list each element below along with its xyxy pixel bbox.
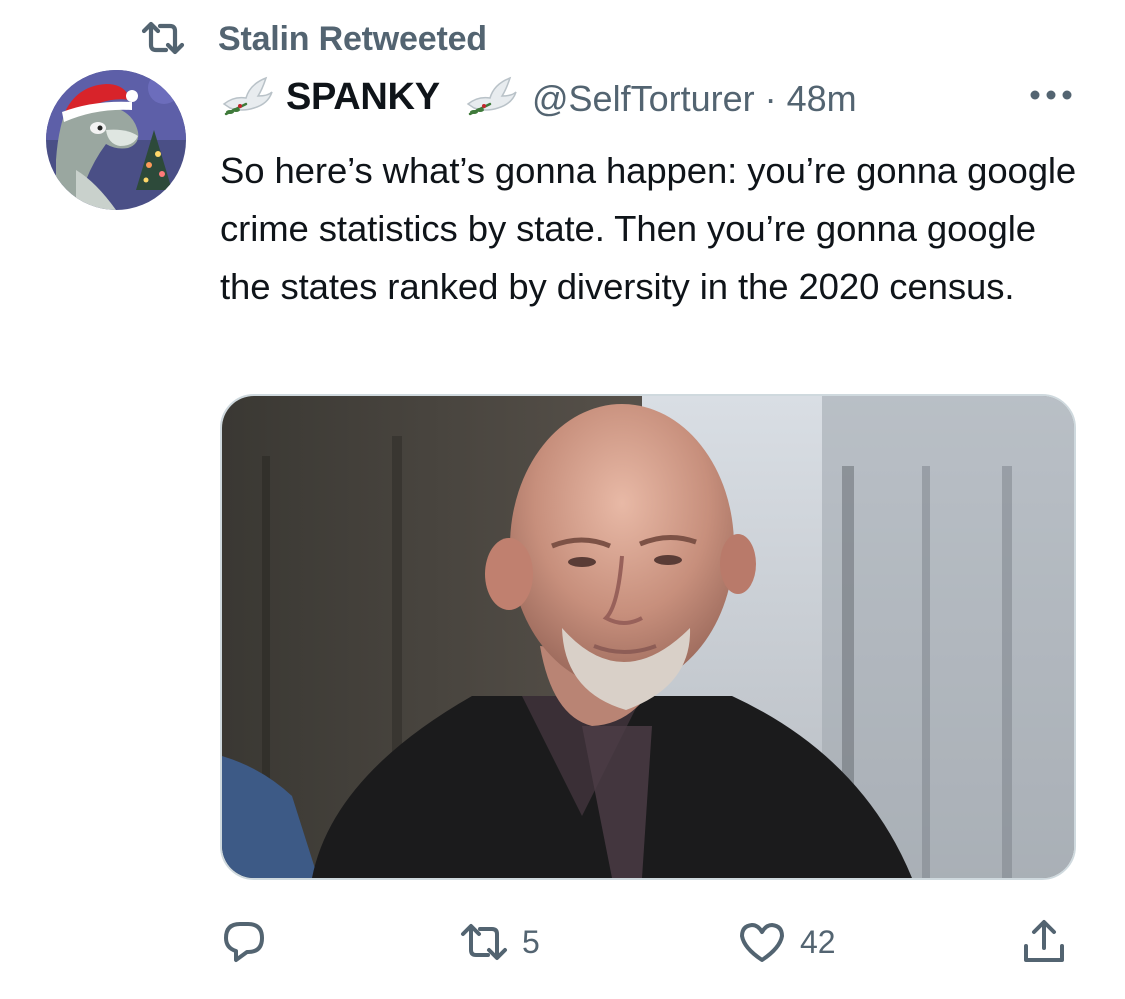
tweet-actions: 5 42: [0, 910, 1125, 974]
retweet-icon: [461, 924, 507, 960]
social-context: Stalin Retweeted: [140, 18, 487, 58]
handle[interactable]: @SelfTorturer: [532, 78, 755, 119]
tweet[interactable]: Stalin Retweeted SPANKY @SelfTorturer · …: [0, 0, 1125, 999]
handle-and-time: @SelfTorturer · 48m: [532, 78, 857, 120]
reply-icon: [224, 922, 264, 962]
share-icon: [1024, 920, 1064, 962]
retweet-icon: [141, 21, 185, 55]
heart-icon: [740, 923, 784, 962]
retweeted-by-label[interactable]: Stalin Retweeted: [218, 20, 487, 59]
bald-older-man-photo: [222, 396, 1074, 878]
tweet-header: SPANKY @SelfTorturer · 48m: [220, 70, 1080, 126]
tweet-media-photo[interactable]: [220, 394, 1076, 880]
avatar-image: [46, 70, 186, 210]
more-options-icon[interactable]: [1028, 88, 1074, 102]
like-button[interactable]: 42: [738, 910, 836, 974]
timestamp[interactable]: 48m: [787, 78, 857, 119]
retweet-count: 5: [522, 923, 540, 960]
share-button[interactable]: [1020, 910, 1068, 974]
retweet-button[interactable]: 5: [460, 910, 540, 974]
avatar[interactable]: [46, 70, 186, 210]
like-count: 42: [800, 923, 836, 960]
tweet-text: So here’s what’s gonna happen: you’re go…: [220, 150, 1077, 307]
reply-button[interactable]: [220, 910, 282, 974]
display-name[interactable]: SPANKY: [286, 76, 440, 119]
dove-with-olive-branch-icon: [222, 76, 273, 116]
separator: ·: [764, 78, 777, 119]
dove-with-olive-branch-icon: [466, 76, 517, 116]
